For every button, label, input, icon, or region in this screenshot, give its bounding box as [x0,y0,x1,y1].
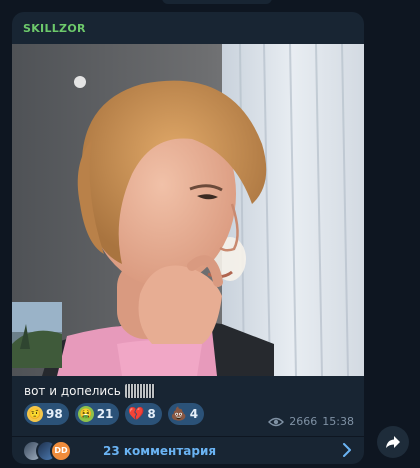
share-button[interactable] [377,426,409,458]
caption-text: вот и допелись [24,384,121,398]
message-time: 15:38 [322,415,354,428]
previous-message-bubble [162,0,272,4]
hmm-emoji-icon: 🤨 [27,406,43,422]
comments-count-label: 23 комментария [103,443,217,458]
commenter-avatars: DD [22,439,92,462]
reaction-count: 21 [96,407,114,421]
post-caption: вот и допелись [24,384,155,398]
custom-emoji-icon [124,384,155,398]
view-count: 2666 [289,415,318,428]
share-arrow-icon [386,436,400,448]
reaction-count: 8 [147,407,156,421]
reactions-bar: 🤨 98 🤮 21 💔 8 💩 4 [24,403,205,425]
channel-post: SKILLZOR вот и допелись 🤨 98 🤮 21 💔 8 💩 … [12,12,364,464]
post-photo[interactable] [12,44,364,376]
channel-name[interactable]: SKILLZOR [23,22,86,35]
broken-heart-icon: 💔 [128,406,145,422]
vomit-emoji-icon: 🤮 [77,406,94,422]
reaction-vomit[interactable]: 🤮 21 [74,403,120,425]
message-meta: 2666 15:38 [268,415,354,428]
reaction-broken-heart[interactable]: 💔 8 [125,403,162,425]
poop-emoji-icon: 💩 [170,406,187,422]
avatar: DD [50,439,72,462]
comments-row[interactable]: DD 23 комментария [12,437,364,464]
reaction-count: 98 [46,407,63,421]
eye-icon [268,417,285,426]
reaction-poop[interactable]: 💩 4 [167,403,205,425]
chevron-right-icon [343,443,351,457]
reaction-count: 4 [189,407,199,421]
reaction-hmm[interactable]: 🤨 98 [24,403,69,425]
